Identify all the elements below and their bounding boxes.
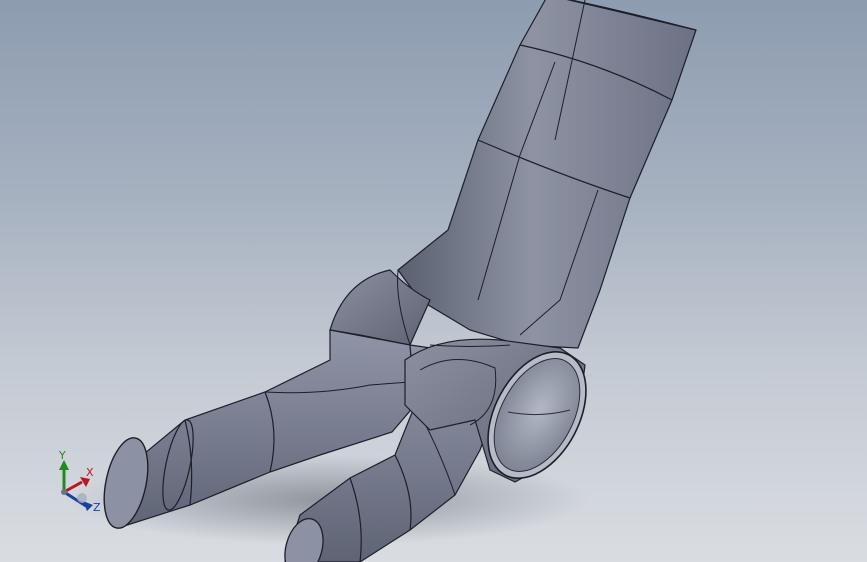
bike-frame-lug-model[interactable] (0, 0, 867, 562)
triad-z-label: Z (93, 501, 101, 514)
coordinate-triad: Y X Z (50, 446, 110, 516)
head-tube[interactable] (397, 0, 697, 349)
triad-y-label: Y (59, 449, 66, 462)
graphics-viewport[interactable]: Y X Z (0, 0, 867, 562)
triad-x-label: X (86, 466, 94, 479)
